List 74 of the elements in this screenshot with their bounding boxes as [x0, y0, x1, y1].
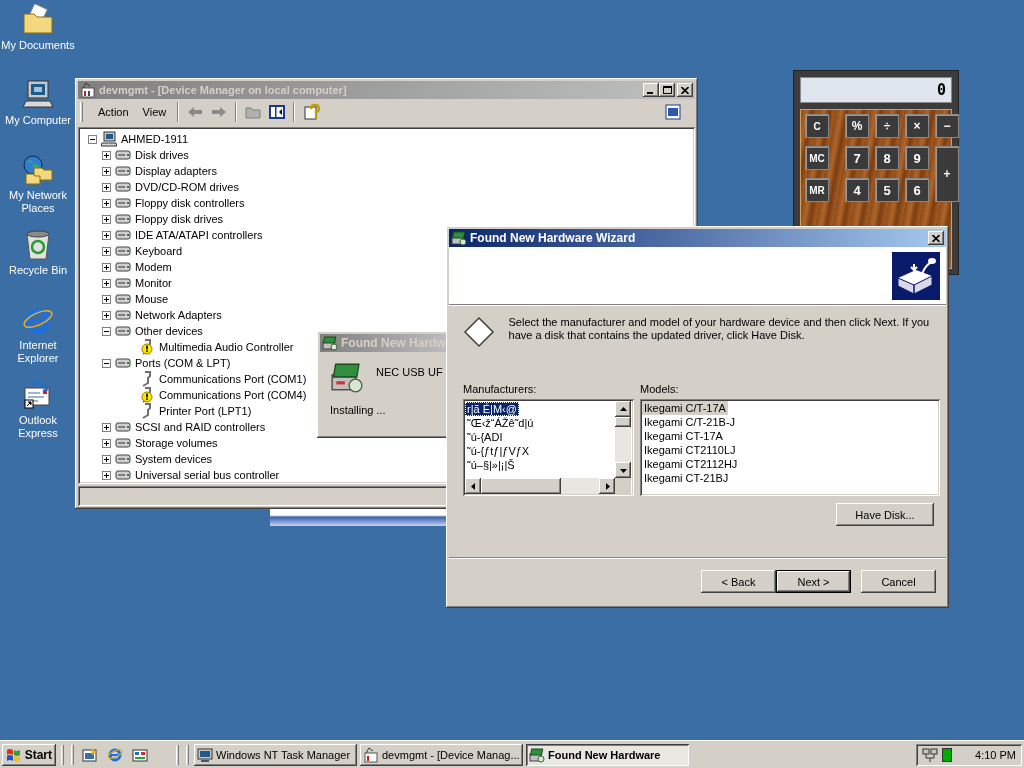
calculator-key[interactable]: − — [935, 114, 959, 138]
list-item[interactable]: ˜ú–§|»|¡|Š — [465, 458, 517, 472]
calculator-key[interactable]: 5 — [875, 178, 899, 202]
tree-item-label[interactable]: System devices — [135, 453, 213, 465]
list-item[interactable]: Ikegami CT-21BJ — [642, 471, 731, 485]
have-disk-button[interactable]: Have Disk... — [836, 503, 934, 526]
desktop-icon[interactable]: Recycle Bin — [0, 225, 78, 300]
window-title: Found New Hardware Wizard — [470, 231, 636, 245]
tree-item-label[interactable]: Multimedia Audio Controller — [159, 341, 294, 353]
menu-item[interactable]: View — [135, 104, 174, 120]
list-item[interactable]: ˜ú-{ƒtƒ|ƒVƒX — [465, 444, 532, 458]
instruction-text: Select the manufacturer and model of your hardware device and then click Next. If you have a disk that contains the updated driver, click Have Disk. — [508, 316, 931, 342]
list-label: Models: — [640, 383, 680, 396]
wizard-button[interactable]: < Back — [701, 570, 776, 593]
tree-item-label[interactable]: DVD/CD-ROM drives — [135, 181, 239, 193]
tree-item-label[interactable]: Ports (COM & LPT) — [135, 357, 231, 369]
tree-item-label[interactable]: Floppy disk drives — [135, 213, 224, 225]
tree-item-label[interactable]: Monitor — [135, 277, 172, 289]
list-item[interactable]: Ikegami CT-17A — [642, 429, 725, 443]
list-item[interactable]: Ikegami C/T-17A — [642, 401, 728, 415]
list-item[interactable]: ˜ú-{ADI — [465, 430, 505, 444]
tree-item-label[interactable]: IDE ATA/ATAPI controllers — [135, 229, 263, 241]
tree-item-label[interactable]: Disk drives — [135, 149, 189, 161]
tree-item-label[interactable]: Universal serial bus controller — [135, 469, 280, 481]
tree-item-label[interactable]: Network Adapters — [135, 309, 222, 321]
wizard-button[interactable]: Cancel — [861, 570, 936, 593]
calculator-key[interactable]: 7 — [845, 146, 869, 170]
calculator-key[interactable]: ÷ — [875, 114, 899, 138]
tree-item-label[interactable]: Communications Port (COM4) — [159, 389, 307, 401]
window-title: devmgmt - [Device Manager on local computer] — [99, 84, 347, 96]
tree-item-label[interactable]: Keyboard — [135, 245, 183, 257]
list-item[interactable]: Ikegami CT2110LJ — [642, 443, 738, 457]
manufacturer-list[interactable]: r|ã É|M‹@ ˜Œ‹ž“ÁŽê˜d|ú ˜ú-{ADI ˜ú-{ƒtƒ|ƒVƒX ˜ú–§|»|¡|Š — [463, 399, 634, 496]
tree-item-label[interactable]: SCSI and RAID controllers — [135, 421, 266, 433]
desktop-icon[interactable]: My Network Places — [0, 150, 78, 225]
calculator-key[interactable]: 6 — [905, 178, 929, 202]
desktop-icon[interactable]: Outlook Express — [0, 375, 78, 450]
calculator-key[interactable]: MC — [805, 146, 829, 170]
calculator-display: 0 — [800, 77, 952, 103]
model-list[interactable]: Ikegami C/T-17A Ikegami C/T-21B-J Ikegami CT-17A Ikegami CT2110LJ Ikegami CT2112HJ Ikegami CT-21BJ — [640, 399, 940, 496]
calculator-key[interactable]: MR — [805, 178, 829, 202]
tree-item-label[interactable]: Other devices — [135, 325, 203, 337]
calculator-key[interactable]: 9 — [905, 146, 929, 170]
tree-item-label[interactable]: Modem — [135, 261, 172, 273]
desktop-icon[interactable]: My Computer — [0, 75, 78, 150]
tree-item-label[interactable]: Mouse — [135, 293, 169, 305]
list-item[interactable]: Ikegami CT2112HJ — [642, 457, 740, 471]
device-name: NEC USB UF — [376, 365, 444, 380]
tree-item-label[interactable]: Floppy disk controllers — [135, 197, 245, 209]
list-item[interactable]: r|ã É|M‹@ — [465, 402, 519, 416]
taskbar-button[interactable]: Windows NT Task Manager — [194, 743, 357, 766]
list-item[interactable]: Ikegami C/T-21B-J — [642, 415, 738, 429]
clock: 4:10 PM — [975, 748, 1016, 761]
menu-item[interactable]: Action — [91, 104, 136, 120]
tree-item-label[interactable]: Communications Port (COM1) — [159, 373, 307, 385]
calculator-key[interactable]: 4 — [845, 178, 869, 202]
desktop-icon[interactable]: Internet Explorer — [0, 300, 78, 375]
calculator-key[interactable]: + — [935, 146, 959, 202]
tree-item-label[interactable]: Printer Port (LPT1) — [159, 405, 252, 417]
taskbar-button[interactable]: devmgmt - [Device Manag... — [360, 743, 523, 766]
calculator-key[interactable]: × — [905, 114, 929, 138]
wizard-button[interactable]: Next > — [776, 570, 851, 593]
install-status: Installing ... — [330, 404, 387, 416]
desktop-icon[interactable]: My Documents — [0, 0, 78, 75]
start-button[interactable]: Start — [2, 743, 56, 766]
calculator-key[interactable]: 8 — [875, 146, 899, 170]
tree-item-label[interactable]: AHMED-1911 — [121, 133, 189, 145]
tree-item-label[interactable]: Storage volumes — [135, 437, 218, 449]
calculator-key[interactable]: % — [845, 114, 869, 138]
list-label: Manufacturers: — [463, 383, 538, 396]
list-item[interactable]: ˜Œ‹ž“ÁŽê˜d|ú — [465, 416, 536, 430]
calculator-key[interactable]: C — [805, 114, 829, 138]
tree-item-label[interactable]: Display adapters — [135, 165, 217, 177]
taskbar-button[interactable]: Found New Hardware — [526, 743, 689, 766]
